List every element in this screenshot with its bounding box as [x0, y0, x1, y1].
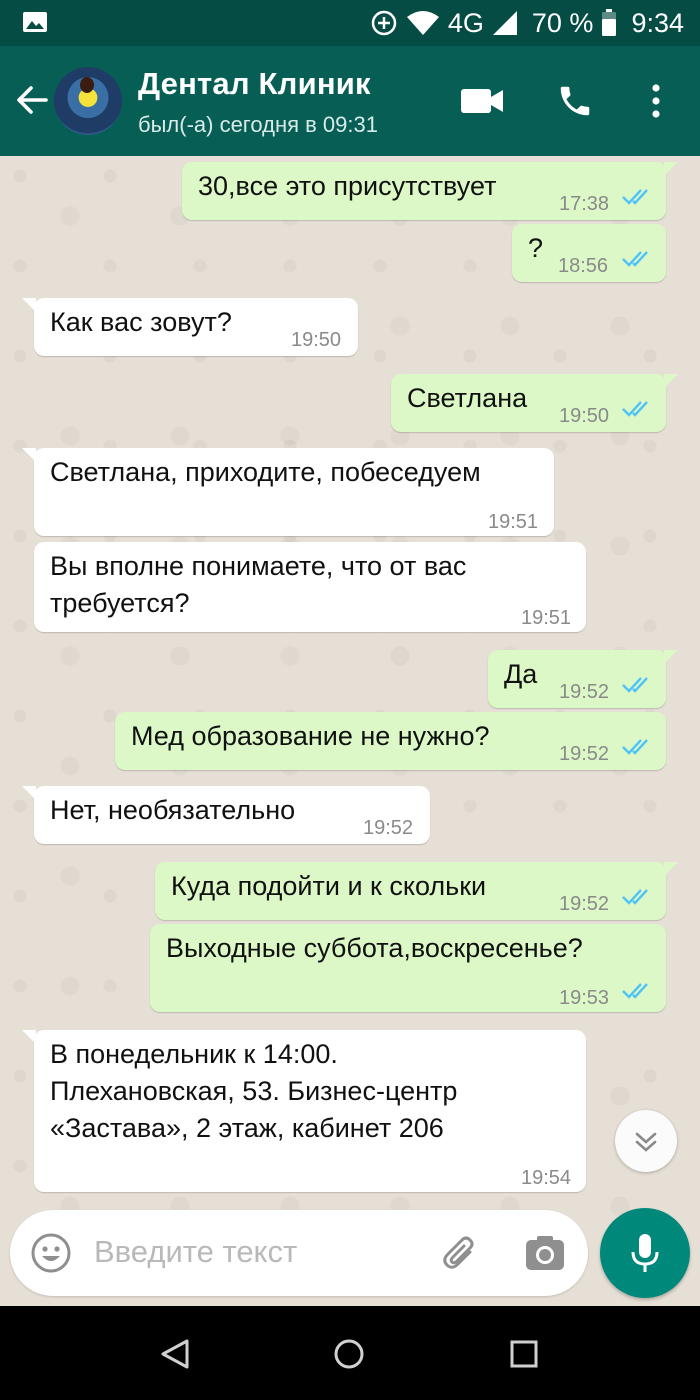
message-time: 19:52: [363, 817, 414, 839]
message-input-placeholder[interactable]: Введите текст: [94, 1234, 297, 1270]
message-text: ?: [528, 233, 544, 263]
message-time: 19:52: [559, 893, 610, 915]
message-text: Как вас зовут?: [50, 307, 232, 337]
read-receipt-icon: [622, 189, 648, 205]
more-options-icon[interactable]: [650, 84, 662, 118]
message-time: 19:50: [559, 405, 610, 427]
emoji-icon[interactable]: [30, 1232, 72, 1274]
message-time: 19:51: [521, 607, 572, 629]
contact-avatar[interactable]: [54, 67, 122, 135]
message-text: Выходные суббота,воскресенье?: [166, 933, 583, 963]
battery-icon: [602, 9, 617, 36]
message-time: 18:56: [558, 255, 609, 277]
back-nav-icon[interactable]: [160, 1338, 190, 1370]
signal-icon: [492, 11, 517, 35]
message-text: Да: [504, 659, 538, 689]
read-receipt-icon: [622, 889, 648, 905]
message-incoming[interactable]: Светлана, приходите, побеседуем 19:51: [22, 448, 554, 536]
clock: 9:34: [631, 7, 684, 38]
read-receipt-icon: [622, 401, 648, 417]
message-time: 19:53: [559, 987, 610, 1009]
message-incoming[interactable]: Как вас зовут? 19:50: [22, 298, 358, 356]
message-time: 19:54: [521, 1167, 572, 1189]
video-call-icon[interactable]: [460, 86, 504, 116]
last-seen-status: был(-а) сегодня в 09:31: [138, 112, 378, 137]
message-outgoing[interactable]: Да 19:52: [488, 650, 678, 708]
message-outgoing[interactable]: Светлана 19:50: [391, 374, 678, 432]
message-outgoing[interactable]: 30,все это присутствует 17:38: [182, 162, 678, 220]
message-time: 19:51: [488, 511, 539, 533]
message-outgoing[interactable]: Выходные суббота,воскресенье? 19:53: [150, 924, 666, 1012]
message-text: 30,все это присутствует: [198, 171, 497, 201]
double-chevron-down-icon: [635, 1132, 657, 1152]
status-bar: 4G 70 % 9:34: [0, 0, 700, 46]
back-arrow-icon[interactable]: [14, 82, 50, 118]
chat-header: Дентал Клиник был(-а) сегодня в 09:31: [0, 46, 700, 156]
message-time: 19:52: [559, 743, 610, 765]
recents-nav-icon[interactable]: [510, 1340, 538, 1368]
message-incoming[interactable]: В понедельник к 14:00. Плехановская, 53.…: [22, 1030, 586, 1192]
system-navigation-bar: [0, 1306, 700, 1400]
camera-icon[interactable]: [524, 1232, 566, 1274]
message-time: 17:38: [559, 193, 610, 215]
read-receipt-icon: [622, 677, 648, 693]
message-text: Светлана, приходите, побеседуем: [50, 457, 481, 487]
message-text: Светлана: [407, 383, 528, 413]
voice-call-icon[interactable]: [556, 82, 594, 120]
message-text: Мед образование не нужно?: [131, 721, 490, 751]
message-incoming[interactable]: Вы вполне понимаете, что от вас требуетс…: [34, 542, 586, 632]
message-text: Куда подойти и к скольки: [171, 871, 487, 901]
message-text: Нет, необязательно: [50, 795, 296, 825]
scroll-to-bottom-button[interactable]: [615, 1110, 677, 1172]
contact-name[interactable]: Дентал Клиник: [138, 66, 371, 102]
message-outgoing[interactable]: ? 18:56: [512, 224, 666, 282]
message-time: 19:52: [559, 681, 610, 703]
gallery-notification-icon: [23, 12, 47, 32]
message-text: Вы вполне понимаете, что от вас требуетс…: [50, 551, 467, 618]
attach-icon[interactable]: [440, 1232, 482, 1274]
message-text: В понедельник к 14:00. Плехановская, 53.…: [50, 1039, 458, 1143]
message-outgoing[interactable]: Мед образование не нужно? 19:52: [115, 712, 666, 770]
message-incoming[interactable]: Нет, необязательно 19:52: [22, 786, 430, 844]
read-receipt-icon: [622, 983, 648, 999]
message-list[interactable]: 30,все это присутствует 17:38 ? 18:56 Ка…: [0, 156, 700, 1306]
message-composer[interactable]: Введите текст: [10, 1210, 588, 1296]
message-time: 19:50: [291, 329, 342, 351]
microphone-icon: [631, 1234, 659, 1272]
home-nav-icon[interactable]: [333, 1338, 365, 1370]
message-outgoing[interactable]: Куда подойти и к скольки 19:52: [155, 862, 678, 920]
read-receipt-icon: [622, 739, 648, 755]
battery-percent: 70 %: [531, 7, 594, 38]
voice-message-button[interactable]: [600, 1208, 690, 1298]
wifi-icon: [406, 11, 439, 35]
data-saver-icon: [371, 10, 397, 36]
network-type: 4G: [447, 7, 484, 38]
read-receipt-icon: [622, 251, 648, 267]
